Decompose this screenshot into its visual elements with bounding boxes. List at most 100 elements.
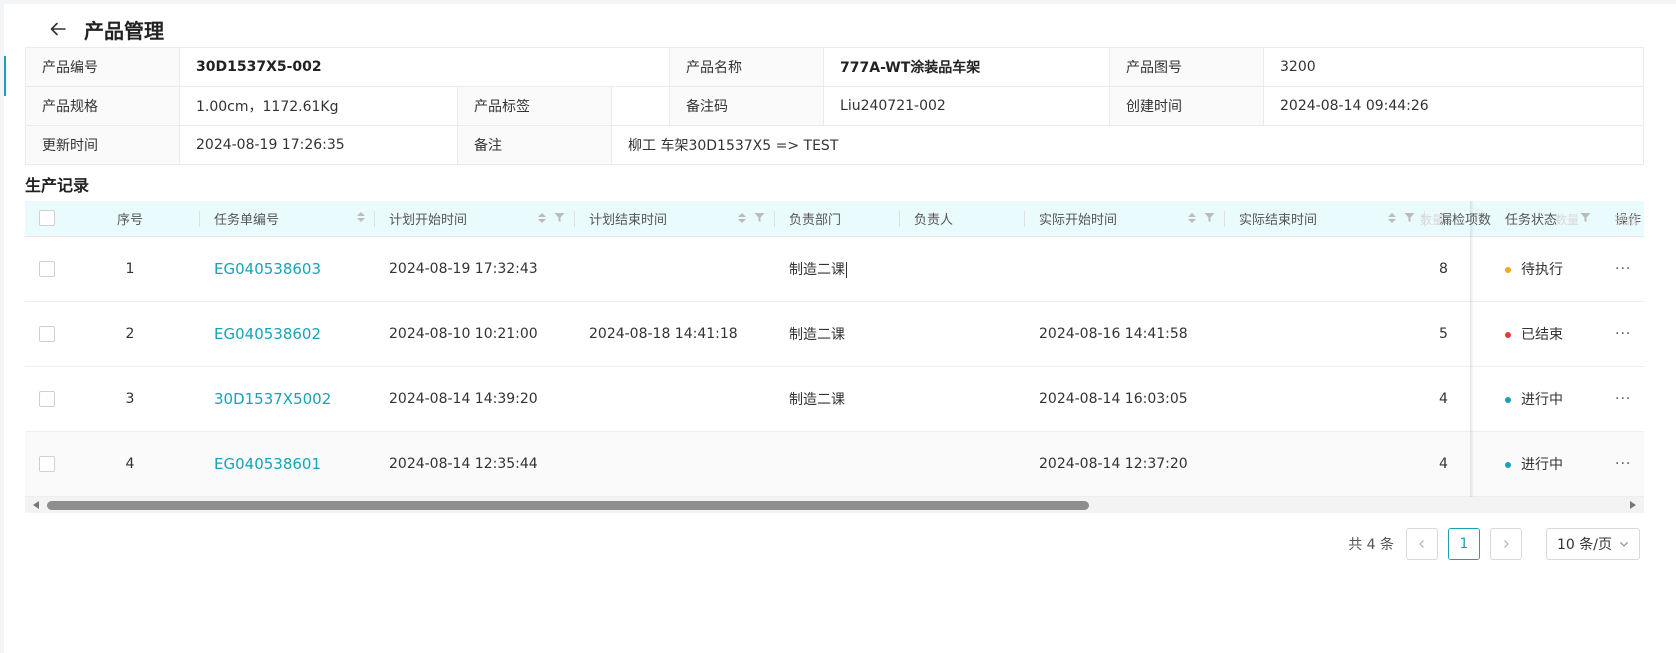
status-badge: 进行中 <box>1491 366 1601 432</box>
actual-start: 2024-08-14 12:37:20 <box>1025 431 1225 497</box>
scroll-left-icon[interactable] <box>33 501 39 509</box>
drawing-no-value: 3200 <box>1263 47 1644 87</box>
horizontal-scrollbar[interactable] <box>25 497 1644 513</box>
col-task-no[interactable]: 任务单编号 <box>200 201 375 237</box>
actual-end <box>1225 301 1425 367</box>
scroll-right-icon[interactable] <box>1630 501 1636 509</box>
missed-count: 5 <box>1425 301 1491 367</box>
row-checkbox[interactable] <box>39 260 55 277</box>
status-badge: 待执行 <box>1491 236 1601 302</box>
col-owner: 负责人 <box>900 201 1025 237</box>
total-count: 共 4 条 <box>1348 537 1394 553</box>
owner <box>900 366 1025 432</box>
production-records-table: 序号 任务单编号 计划开始时间 计划结束时间 负责部门 负责人 实际开始时间 实… <box>25 201 1644 515</box>
row-checkbox[interactable] <box>39 455 55 472</box>
table-row: 2 EG040538602 2024-08-10 10:21:00 2024-0… <box>25 301 1644 367</box>
records-grid: 序号 任务单编号 计划开始时间 计划结束时间 负责部门 负责人 实际开始时间 实… <box>25 201 1644 497</box>
chevron-left-icon <box>1419 540 1424 548</box>
plan-start: 2024-08-19 17:32:43 <box>375 236 575 302</box>
plan-end <box>575 431 775 497</box>
task-no-link[interactable]: EG040538601 <box>214 455 321 473</box>
production-records-title: 生产记录 <box>25 176 90 195</box>
actual-end <box>1225 431 1425 497</box>
task-no-link[interactable]: EG040538602 <box>214 325 321 343</box>
col-actual-end[interactable]: 实际结束时间 <box>1225 201 1425 237</box>
row-checkbox[interactable] <box>39 390 55 407</box>
col-dept: 负责部门 <box>775 201 900 237</box>
dept <box>775 431 900 497</box>
plan-end <box>575 366 775 432</box>
prev-page-button[interactable] <box>1406 528 1438 560</box>
status-dot <box>1505 331 1511 338</box>
sort-icon[interactable] <box>1388 212 1396 223</box>
more-actions-icon[interactable]: ··· <box>1615 456 1631 472</box>
product-name-label: 产品名称 <box>669 47 825 87</box>
col-plan-start[interactable]: 计划开始时间 <box>375 201 575 237</box>
side-accent-bar <box>4 56 6 96</box>
status-badge: 已结束 <box>1491 301 1601 367</box>
plan-start: 2024-08-10 10:21:00 <box>375 301 575 367</box>
filter-icon[interactable] <box>554 212 565 223</box>
plan-start: 2024-08-14 12:35:44 <box>375 431 575 497</box>
created-time-label: 创建时间 <box>1109 86 1265 126</box>
row-index: 3 <box>60 366 200 432</box>
filter-icon[interactable] <box>1204 212 1215 223</box>
actual-start <box>1025 236 1225 302</box>
product-name-value: 777A-WT涂装品车架 <box>823 47 1111 87</box>
more-actions-icon[interactable]: ··· <box>1615 391 1631 407</box>
back-arrow-icon[interactable] <box>46 17 70 41</box>
dept-cell: 制造二课 <box>775 236 900 302</box>
note-value: 柳工 车架30D1537X5 => TEST <box>611 125 1644 165</box>
created-time-value: 2024-08-14 09:44:26 <box>1263 86 1644 126</box>
plan-start: 2024-08-14 14:39:20 <box>375 366 575 432</box>
chevron-down-icon <box>1620 542 1628 547</box>
status-badge: 进行中 <box>1491 431 1601 497</box>
plan-end-overdue: 2024-08-18 14:41:18 <box>575 301 775 367</box>
row-index: 2 <box>60 301 200 367</box>
sort-icon[interactable] <box>738 212 746 223</box>
hidden-column-header: 数量 <box>1555 213 1580 227</box>
table-row: 3 30D1537X5002 2024-08-14 14:39:20 制造二课 … <box>25 366 1644 432</box>
filter-icon[interactable] <box>1580 212 1591 223</box>
col-plan-end[interactable]: 计划结束时间 <box>575 201 775 237</box>
product-info-table: 产品编号 30D1537X5-002 产品名称 777A-WT涂装品车架 产品图… <box>25 47 1644 165</box>
scrollbar-thumb[interactable] <box>47 501 1089 510</box>
task-no-link[interactable]: EG040538603 <box>214 260 321 278</box>
filter-icon[interactable] <box>754 212 765 223</box>
product-code-label: 产品编号 <box>25 47 180 87</box>
row-checkbox[interactable] <box>39 325 55 342</box>
task-no-link[interactable]: 30D1537X5002 <box>214 390 331 408</box>
next-page-button[interactable] <box>1490 528 1522 560</box>
page-size-select[interactable]: 10 条/页 <box>1546 528 1640 560</box>
page-header: 产品管理 <box>46 16 164 43</box>
filter-icon[interactable] <box>1404 212 1415 223</box>
status-dot <box>1505 396 1511 403</box>
missed-count: 4 <box>1425 366 1491 432</box>
select-all-checkbox[interactable] <box>39 210 55 227</box>
dept: 制造二课 <box>775 366 900 432</box>
remark-code-label: 备注码 <box>669 86 825 126</box>
sort-icon[interactable] <box>357 212 365 222</box>
actual-start: 2024-08-14 16:03:05 <box>1025 366 1225 432</box>
owner <box>900 431 1025 497</box>
sort-icon[interactable] <box>1188 212 1196 223</box>
drawing-no-label: 产品图号 <box>1109 47 1265 87</box>
page-title: 产品管理 <box>84 18 164 43</box>
tag-value <box>610 86 671 126</box>
note-label: 备注 <box>457 125 612 165</box>
page-number-button[interactable]: 1 <box>1448 528 1480 560</box>
col-actual-start[interactable]: 实际开始时间 <box>1025 201 1225 237</box>
more-actions-icon[interactable]: ··· <box>1615 326 1631 342</box>
sort-icon[interactable] <box>538 212 546 223</box>
more-actions-icon[interactable]: ··· <box>1615 261 1631 277</box>
select-all-checkbox-cell[interactable] <box>25 201 60 237</box>
updated-time-label: 更新时间 <box>25 125 180 165</box>
owner <box>900 236 1025 302</box>
plan-end <box>575 236 775 302</box>
hidden-column-header: 数量 <box>1420 213 1445 227</box>
missed-count: 8 <box>1425 236 1491 302</box>
status-dot <box>1505 266 1511 273</box>
col-status[interactable]: 任务状态 <box>1491 201 1601 237</box>
product-code-value: 30D1537X5-002 <box>178 47 671 87</box>
remark-code-value: Liu240721-002 <box>823 86 1111 126</box>
